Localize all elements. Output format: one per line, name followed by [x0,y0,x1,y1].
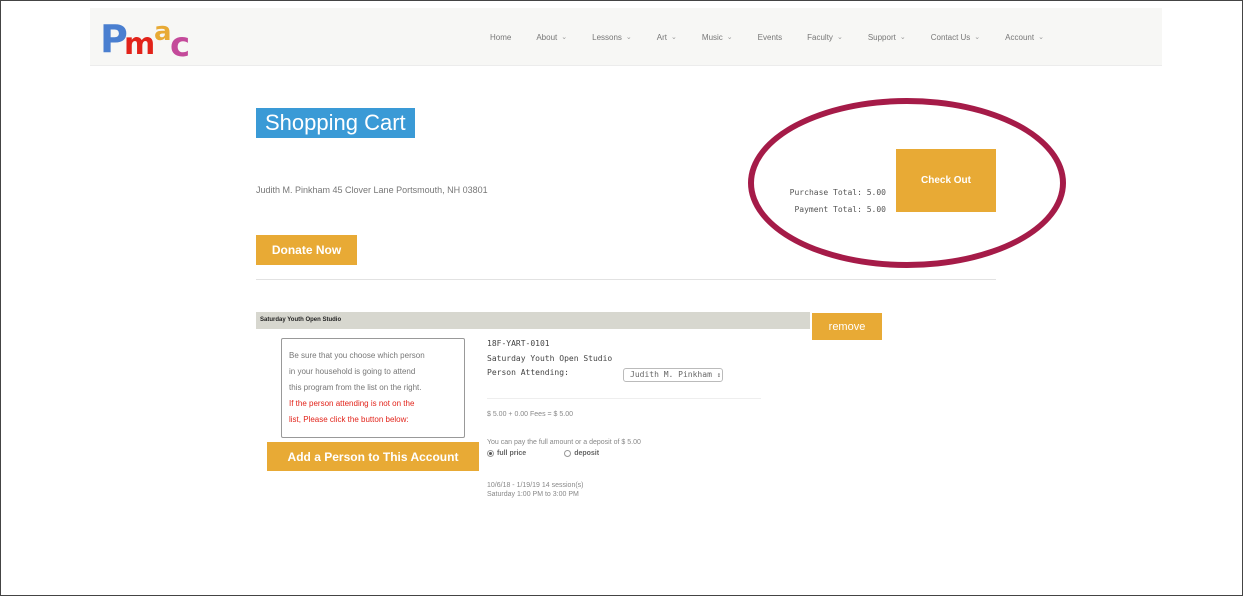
program-name: Saturday Youth Open Studio [487,354,613,363]
schedule-time: Saturday 1:00 PM to 3:00 PM [487,491,579,498]
cart-item-header: Saturday Youth Open Studio [256,312,810,329]
add-person-button[interactable]: Add a Person to This Account [267,442,479,471]
nav-support[interactable]: Support ⌄ [868,33,906,42]
nav-account[interactable]: Account ⌄ [1005,33,1044,42]
full-price-radio[interactable] [487,450,494,457]
person-attending-select[interactable]: Judith M. Pinkham ↕ [623,368,723,382]
fees-summary: $ 5.00 + 0.00 Fees = $ 5.00 [487,411,574,418]
details-divider [487,398,761,399]
nav-events[interactable]: Events [758,33,782,42]
notice-line: Be sure that you choose which person [289,351,425,360]
notice-line: in your household is going to attend [289,367,416,376]
deposit-label: deposit [574,450,600,457]
notice-warning-line: If the person attending is not on the [289,399,415,408]
chevron-down-icon: ⌄ [726,34,733,41]
customer-address: Judith M. Pinkham 45 Clover Lane Portsmo… [256,185,488,195]
notice-line: this program from the list on the right. [289,383,422,392]
chevron-down-icon: ⌄ [671,34,677,41]
payment-total: Payment Total: 5.00 [794,205,886,214]
person-attending-label: Person Attending: [487,368,569,377]
pmac-logo[interactable]: P m a c [98,12,208,65]
nav-home[interactable]: Home [490,33,511,42]
remove-button[interactable]: remove [812,313,882,340]
deposit-radio[interactable] [564,450,572,457]
nav-lessons[interactable]: Lessons ⌄ [592,33,632,42]
nav-faculty[interactable]: Faculty ⌄ [807,33,843,42]
svg-text:a: a [154,17,172,47]
section-divider [256,279,996,280]
notice-warning-line: list, Please click the button below: [289,415,409,424]
chevron-down-icon: ⌄ [974,34,981,41]
full-price-label: full price [497,450,527,457]
cart-totals: Purchase Total: 5.00 Payment Total: 5.00 [760,184,886,218]
program-details: 18F-YART-0101 Saturday Youth Open Studio [487,336,612,366]
nav-contact-us[interactable]: Contact Us ⌄ [931,33,980,42]
payment-option-text: You can pay the full amount or a deposit… [487,439,641,446]
chevron-down-icon: ⌄ [625,34,632,41]
purchase-total: Purchase Total: 5.00 [789,188,886,197]
payment-radio-group: full price deposit [487,450,637,457]
svg-text:m: m [124,27,155,62]
check-out-button[interactable]: Check Out [896,149,996,212]
attendee-notice: Be sure that you choose which person in … [281,338,465,438]
svg-text:c: c [170,25,190,62]
person-selected-value: Judith M. Pinkham [630,370,712,379]
program-code: 18F-YART-0101 [487,339,550,348]
page-title: Shopping Cart [256,108,415,138]
donate-now-button[interactable]: Donate Now [256,235,357,265]
nav-about[interactable]: About ⌄ [536,33,567,42]
nav-music[interactable]: Music ⌄ [702,33,733,42]
schedule-dates: 10/6/18 - 1/19/19 14 session(s) [487,482,584,489]
main-nav: Home About ⌄ Lessons ⌄ Art ⌄ Music ⌄ Events … [490,8,1044,66]
chevron-down-icon: ⌄ [1038,34,1044,41]
chevron-down-icon: ⌄ [899,34,906,41]
chevron-down-icon: ⌄ [836,34,843,41]
schedule-info: 10/6/18 - 1/19/19 14 session(s) Saturday… [487,481,584,499]
page-frame [0,0,1243,596]
select-arrows-icon: ↕ [716,371,721,379]
nav-art[interactable]: Art ⌄ [657,33,677,42]
chevron-down-icon: ⌄ [561,34,568,41]
site-header: P m a c Home About ⌄ Lessons ⌄ Art ⌄ Music ⌄… [90,8,1162,66]
